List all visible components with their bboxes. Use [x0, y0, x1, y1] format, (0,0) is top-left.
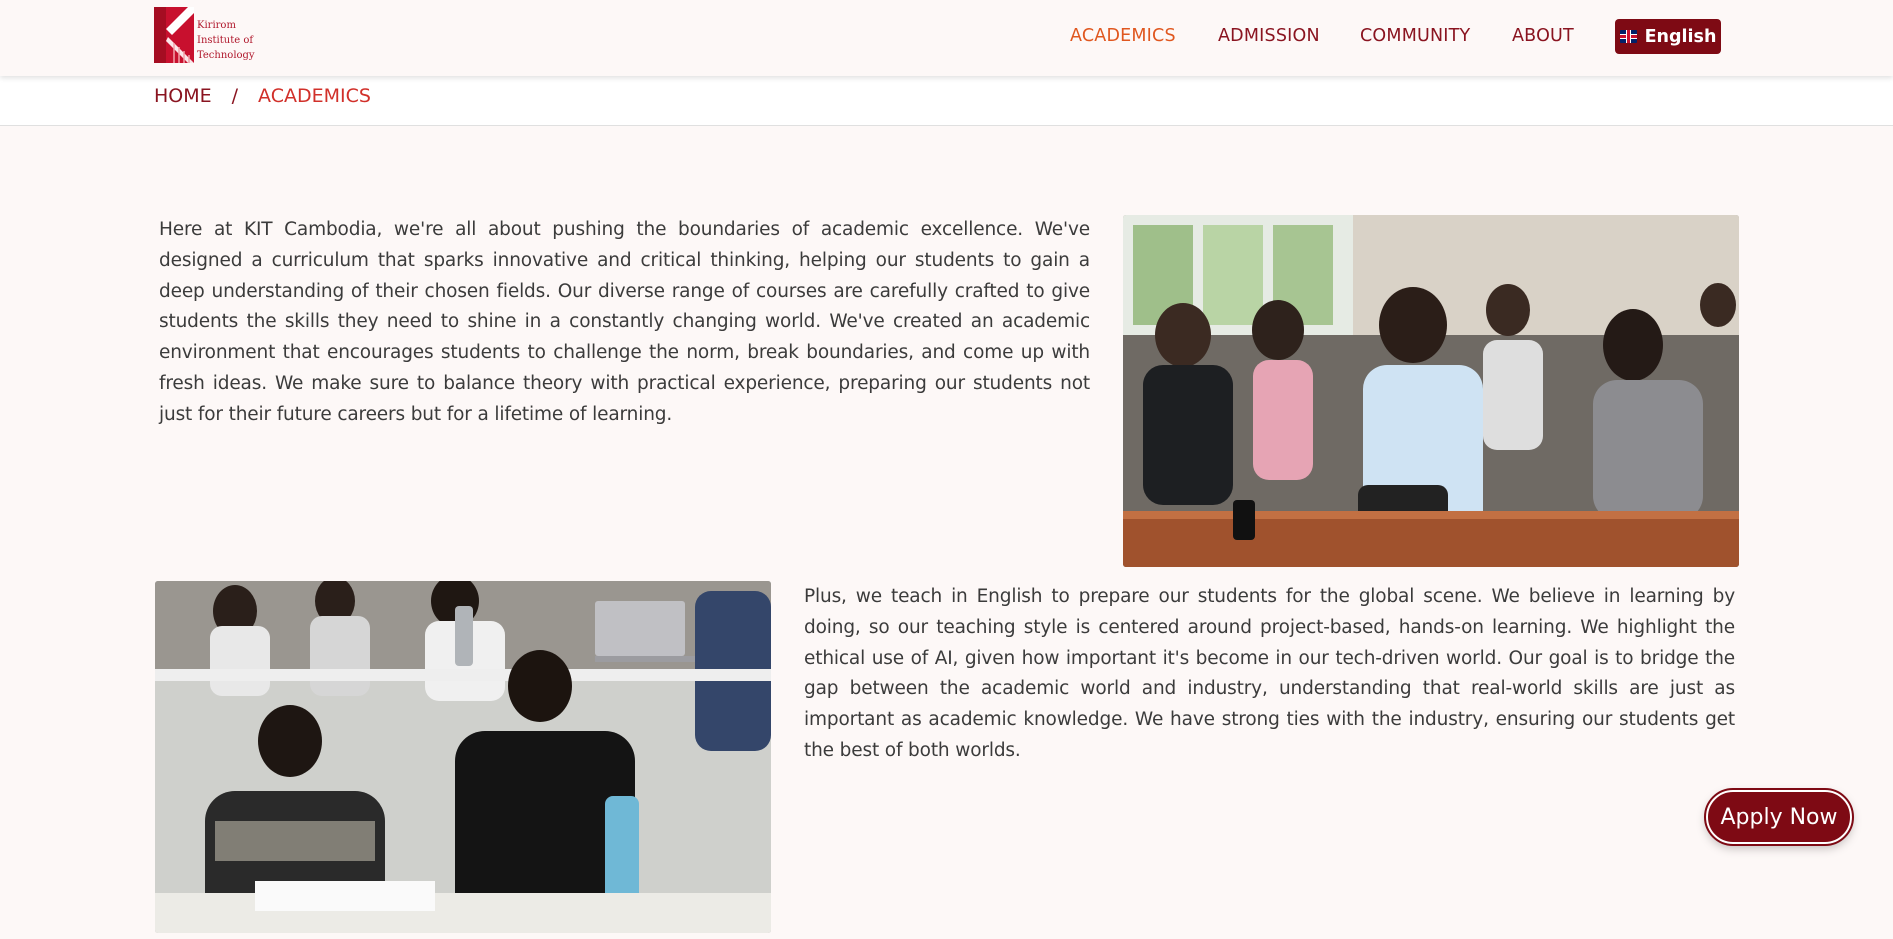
breadcrumb-home-link[interactable]: HOME [154, 85, 212, 107]
academics-intro-paragraph: Here at KIT Cambodia, we're all about pu… [159, 219, 1090, 425]
nav-admission[interactable]: ADMISSION [1218, 26, 1320, 46]
language-label: English [1644, 26, 1717, 47]
academics-approach-paragraph: Plus, we teach in English to prepare our… [804, 586, 1735, 761]
breadcrumb-separator: / [231, 85, 239, 107]
nav-about[interactable]: ABOUT [1512, 26, 1574, 46]
apply-now-button[interactable]: Apply Now [1704, 788, 1854, 846]
nav-academics[interactable]: ACADEMICS [1070, 26, 1176, 46]
uk-flag-icon [1619, 30, 1637, 43]
nav-community[interactable]: COMMUNITY [1360, 26, 1470, 46]
breadcrumb: HOME / ACADEMICS [154, 85, 371, 107]
main-nav: ACADEMICS ADMISSION COMMUNITY ABOUT Engl… [0, 0, 1893, 76]
site-header: Kirirom Institute of Technology ACADEMIC… [0, 0, 1893, 76]
breadcrumb-bar: HOME / ACADEMICS [0, 76, 1893, 126]
students-studying-photo [155, 581, 771, 933]
breadcrumb-current: ACADEMICS [258, 85, 371, 107]
classroom-students-photo [1123, 215, 1739, 567]
language-selector-button[interactable]: English [1615, 19, 1721, 54]
